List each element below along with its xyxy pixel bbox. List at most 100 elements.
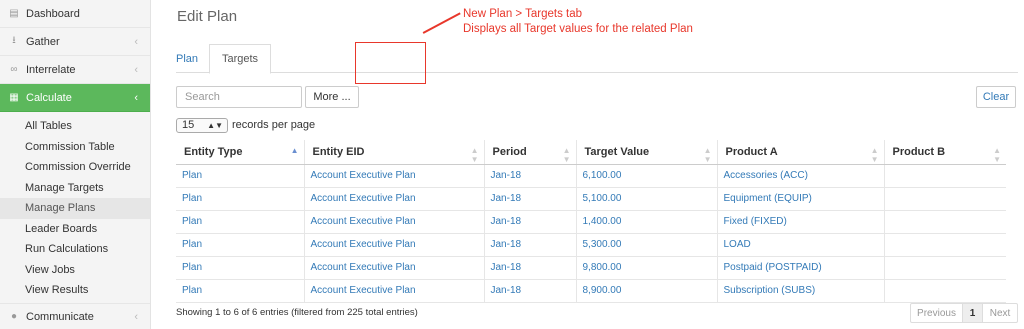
sub-item-commission-table[interactable]: Commission Table (0, 137, 150, 158)
cell-target-value[interactable]: 5,100.00 (576, 187, 718, 211)
sub-item-manage-plans[interactable]: Manage Plans (0, 198, 150, 219)
cell-period[interactable]: Jan-18 (484, 233, 577, 257)
next-button[interactable]: Next (983, 304, 1017, 322)
column-header[interactable]: Target Value ▲ ▼ (576, 140, 718, 165)
cell-product-a[interactable]: LOAD (717, 233, 885, 257)
sidebar: ▤ Dashboard ⭳ Gather ‹ ∞ Interrelate ‹ ▦… (0, 0, 151, 329)
cell-period[interactable]: Jan-18 (484, 256, 577, 280)
sort-icon: ▲ ▼ (562, 146, 571, 164)
cell-entity-type[interactable]: Plan (176, 210, 305, 234)
column-header[interactable]: Period ▲ ▼ (484, 140, 577, 165)
sort-asc-icon: ▲ (290, 146, 299, 155)
calculate-submenu: All Tables Commission Table Commission O… (0, 112, 150, 303)
link-icon: ∞ (10, 64, 18, 75)
table-row[interactable]: Plan Account Executive Plan Jan-18 1,400… (176, 210, 1006, 234)
cell-product-a[interactable]: Equipment (EQUIP) (717, 187, 885, 211)
nav-label: Interrelate (26, 63, 76, 76)
cell-product-b[interactable] (884, 164, 1006, 188)
cell-period[interactable]: Jan-18 (484, 164, 577, 188)
page-button[interactable]: 1 (963, 304, 983, 322)
cell-period[interactable]: Jan-18 (484, 210, 577, 234)
annotation-highlight-box (355, 42, 426, 84)
download-icon: ⭳ (12, 35, 16, 46)
sort-icon: ▲ ▼ (870, 146, 879, 164)
cell-period[interactable]: Jan-18 (484, 279, 577, 303)
search-input[interactable] (176, 86, 302, 108)
page-length-label: records per page (232, 119, 316, 131)
sub-item-all-tables[interactable]: All Tables (0, 116, 150, 137)
nav-label: Dashboard (26, 7, 80, 20)
page-title: Edit Plan (177, 8, 238, 25)
previous-button[interactable]: Previous (911, 304, 963, 322)
cell-product-a[interactable]: Subscription (SUBS) (717, 279, 885, 303)
sub-item-manage-targets[interactable]: Manage Targets (0, 178, 150, 199)
table-row[interactable]: Plan Account Executive Plan Jan-18 5,100… (176, 187, 1006, 211)
nav-label: Communicate (26, 310, 94, 323)
nav-label: Calculate (26, 91, 72, 104)
cell-target-value[interactable]: 8,900.00 (576, 279, 718, 303)
cell-product-a[interactable]: Postpaid (POSTPAID) (717, 256, 885, 280)
column-header[interactable]: Entity EID ▲ ▼ (304, 140, 485, 165)
tab-bar: Plan Targets (176, 44, 1018, 74)
cell-entity-type[interactable]: Plan (176, 256, 305, 280)
cell-entity-eid[interactable]: Account Executive Plan (304, 256, 485, 280)
cell-entity-eid[interactable]: Account Executive Plan (304, 210, 485, 234)
clear-button[interactable]: Clear (976, 86, 1016, 108)
table-row[interactable]: Plan Account Executive Plan Jan-18 8,900… (176, 279, 1006, 303)
cell-period[interactable]: Jan-18 (484, 187, 577, 211)
annotation-line-2: Displays all Target values for the relat… (463, 23, 693, 35)
nav-item-calculate[interactable]: ▦ Calculate ‹ (0, 84, 150, 112)
nav-label: Gather (26, 35, 60, 48)
table-row[interactable]: Plan Account Executive Plan Jan-18 6,100… (176, 164, 1006, 188)
annotation-pointer (422, 12, 461, 34)
nav-item-gather[interactable]: ⭳ Gather ‹ (0, 28, 150, 56)
cell-product-b[interactable] (884, 210, 1006, 234)
page-length-select[interactable]: 15 ▲▼ (176, 117, 228, 133)
sub-item-leader-boards[interactable]: Leader Boards (0, 219, 150, 240)
cell-entity-type[interactable]: Plan (176, 164, 305, 188)
tab-targets[interactable]: Targets (209, 44, 271, 74)
sub-item-run-calculations[interactable]: Run Calculations (0, 239, 150, 260)
nav-item-dashboard[interactable]: ▤ Dashboard (0, 0, 150, 28)
annotation-line-1: New Plan > Targets tab (463, 8, 583, 20)
sub-item-view-results[interactable]: View Results (0, 280, 150, 301)
table-info: Showing 1 to 6 of 6 entries (filtered fr… (176, 307, 418, 318)
annotation-callout: New Plan > Targets tab Displays all Targ… (463, 7, 693, 37)
column-header[interactable]: Product A ▲ ▼ (717, 140, 885, 165)
cell-product-b[interactable] (884, 256, 1006, 280)
records-per-page: 15 ▲▼ records per page (176, 117, 315, 133)
cell-product-b[interactable] (884, 279, 1006, 303)
nav-item-communicate[interactable]: ● Communicate ‹ (0, 302, 150, 329)
cell-product-a[interactable]: Fixed (FIXED) (717, 210, 885, 234)
more-button[interactable]: More ... (305, 86, 359, 108)
sub-item-commission-override[interactable]: Commission Override (0, 157, 150, 178)
cell-target-value[interactable]: 5,300.00 (576, 233, 718, 257)
sub-item-view-jobs[interactable]: View Jobs (0, 260, 150, 281)
comments-icon: ● (10, 311, 18, 322)
pagination: Previous 1 Next (910, 303, 1018, 323)
cell-entity-type[interactable]: Plan (176, 187, 305, 211)
column-header[interactable]: Entity Type ▲ (176, 140, 305, 165)
cell-product-b[interactable] (884, 233, 1006, 257)
cell-entity-eid[interactable]: Account Executive Plan (304, 279, 485, 303)
table-row[interactable]: Plan Account Executive Plan Jan-18 5,300… (176, 233, 1006, 257)
column-header[interactable]: Product B ▲ ▼ (884, 140, 1006, 165)
cell-entity-eid[interactable]: Account Executive Plan (304, 164, 485, 188)
chevron-left-icon: ‹ (134, 35, 138, 48)
cell-target-value[interactable]: 6,100.00 (576, 164, 718, 188)
chevron-left-icon: ‹ (134, 310, 138, 323)
cell-entity-eid[interactable]: Account Executive Plan (304, 233, 485, 257)
table-row[interactable]: Plan Account Executive Plan Jan-18 9,800… (176, 256, 1006, 280)
cell-entity-eid[interactable]: Account Executive Plan (304, 187, 485, 211)
sort-icon: ▲ ▼ (993, 146, 1001, 164)
sort-icon: ▲ ▼ (703, 146, 712, 164)
cell-entity-type[interactable]: Plan (176, 279, 305, 303)
tab-plan[interactable]: Plan (176, 44, 198, 73)
nav-item-interrelate[interactable]: ∞ Interrelate ‹ (0, 56, 150, 84)
cell-target-value[interactable]: 9,800.00 (576, 256, 718, 280)
cell-entity-type[interactable]: Plan (176, 233, 305, 257)
cell-target-value[interactable]: 1,400.00 (576, 210, 718, 234)
bar-chart-icon: ▤ (9, 8, 19, 19)
cell-product-a[interactable]: Accessories (ACC) (717, 164, 885, 188)
cell-product-b[interactable] (884, 187, 1006, 211)
